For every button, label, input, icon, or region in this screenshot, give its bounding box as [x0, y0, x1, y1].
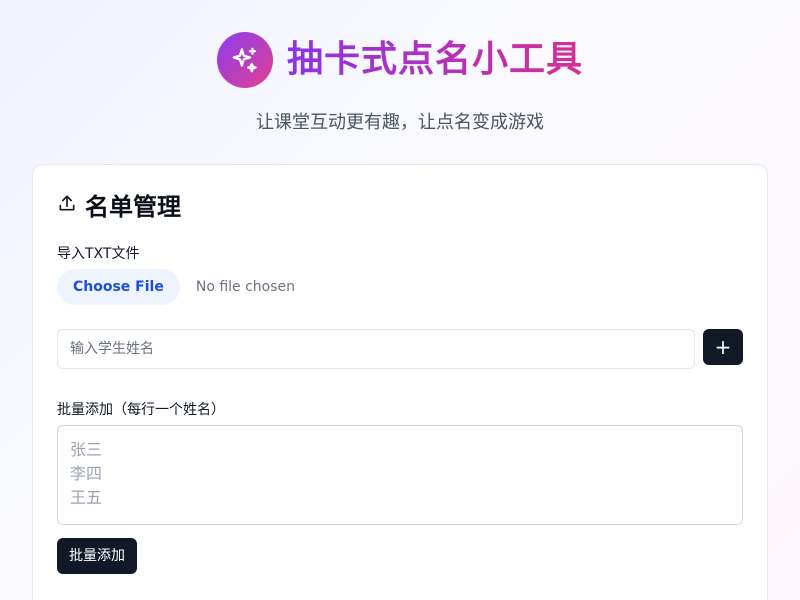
- choose-file-button[interactable]: Choose File: [57, 269, 180, 305]
- add-student-button[interactable]: +: [703, 329, 743, 365]
- file-picker: Choose File No file chosen: [57, 269, 295, 305]
- roster-card: 名单管理 导入TXT文件 Choose File No file chosen …: [32, 164, 768, 600]
- app-subtitle: 让课堂互动更有趣，让点名变成游戏: [256, 112, 544, 133]
- file-status: No file chosen: [195, 279, 296, 295]
- batch-names-input[interactable]: [57, 425, 743, 525]
- batch-add-button[interactable]: 批量添加: [57, 538, 137, 574]
- sparkles-icon: [216, 32, 273, 88]
- import-label: 导入TXT文件: [57, 246, 140, 262]
- roster-card-header: 名单管理: [57, 187, 181, 222]
- student-name-input[interactable]: [57, 329, 695, 369]
- batch-label: 批量添加（每行一个姓名）: [57, 402, 225, 418]
- roster-title: 名单管理: [85, 193, 181, 221]
- app-title: 抽卡式点名小工具: [287, 30, 583, 90]
- app-header: 抽卡式点名小工具: [0, 30, 800, 90]
- upload-icon: [57, 193, 77, 217]
- plus-icon: +: [714, 335, 732, 359]
